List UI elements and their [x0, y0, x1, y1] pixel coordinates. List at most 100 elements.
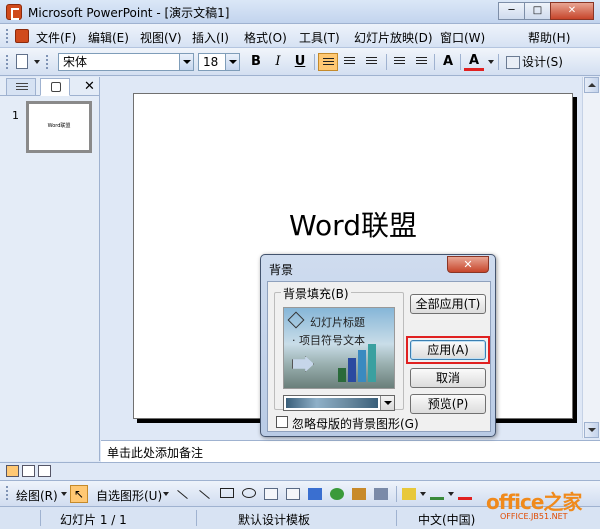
textbox-icon[interactable]: [264, 488, 278, 500]
title-bar: Microsoft PowerPoint - [演示文稿1] ─ □ ✕: [0, 0, 600, 24]
tab-slides[interactable]: [40, 78, 70, 96]
minimize-button[interactable]: ─: [498, 2, 525, 20]
dialog-body: 背景填充(B) 幻灯片标题 · 项目符号文本 全部应用(T) 应用(A) 取消 …: [267, 281, 491, 432]
window-title: Microsoft PowerPoint - [演示文稿1]: [28, 6, 230, 20]
fill-group-label: 背景填充(B): [281, 285, 351, 302]
fill-dropdown-arrow-icon[interactable]: [380, 396, 394, 410]
preview-button[interactable]: 预览(P): [410, 394, 486, 414]
normal-view-icon[interactable]: [6, 465, 19, 477]
menu-window[interactable]: 窗口(W): [440, 29, 528, 46]
menu-edit[interactable]: 编辑(E): [88, 29, 140, 46]
align-right-icon: [366, 57, 377, 66]
apply-button[interactable]: 应用(A): [410, 340, 486, 360]
numbering-button[interactable]: [390, 53, 410, 71]
powerpoint-app-icon[interactable]: [6, 4, 22, 20]
dialog-close-button[interactable]: ✕: [447, 256, 489, 273]
font-size-select[interactable]: 18: [198, 53, 240, 71]
slide-title[interactable]: Word联盟: [134, 204, 572, 244]
bullets-button[interactable]: [412, 53, 432, 71]
vertical-textbox-icon[interactable]: [286, 488, 300, 500]
new-dropdown-arrow-icon[interactable]: [34, 60, 40, 64]
drawing-grip-handle[interactable]: [6, 486, 10, 500]
line-icon[interactable]: [177, 489, 188, 500]
slide-number: 1: [12, 109, 19, 122]
toolbar-grip-handle[interactable]: [6, 55, 10, 69]
preview-bar: [348, 358, 356, 382]
bullets-icon: [416, 57, 427, 66]
new-document-icon[interactable]: [16, 54, 28, 69]
clipart-icon[interactable]: [352, 488, 366, 500]
slide-thumbnail[interactable]: Word联盟: [26, 101, 92, 153]
slide-sorter-view-icon[interactable]: [22, 465, 35, 477]
italic-button[interactable]: I: [268, 53, 288, 71]
preview-title: 幻灯片标题: [310, 316, 365, 329]
select-objects-icon[interactable]: ↖: [70, 485, 88, 503]
menu-view[interactable]: 视图(V): [140, 29, 192, 46]
bold-button[interactable]: B: [246, 53, 266, 71]
align-center-button[interactable]: [340, 53, 360, 71]
toolbar-separator: [498, 54, 499, 70]
status-divider: [396, 510, 397, 526]
pane-close-icon[interactable]: ✕: [84, 79, 95, 94]
font-name-dropdown-icon[interactable]: [179, 54, 193, 70]
status-divider: [40, 510, 41, 526]
design-button[interactable]: 设计(S): [506, 53, 563, 71]
fill-swatch: [286, 398, 378, 408]
font-size-dropdown-icon[interactable]: [225, 54, 239, 70]
drawing-separator: [396, 486, 397, 502]
maximize-button[interactable]: □: [524, 2, 551, 20]
menu-items: 文件(F) 编辑(E) 视图(V) 插入(I) 格式(O) 工具(T) 幻灯片放…: [36, 29, 580, 46]
font-color-button[interactable]: A: [464, 53, 484, 71]
menu-format[interactable]: 格式(O): [244, 29, 299, 46]
diagram-icon[interactable]: [330, 488, 344, 500]
format-toolbar: 宋体 18 B I U A A 设计(S): [0, 48, 600, 76]
line-color-dropdown-icon[interactable]: [448, 492, 454, 496]
font-name-select[interactable]: 宋体: [58, 53, 194, 71]
align-right-button[interactable]: [362, 53, 382, 71]
menu-grip-handle[interactable]: [6, 29, 10, 43]
notes-pane[interactable]: 单击此处添加备注: [101, 440, 600, 462]
autoshapes-dropdown-arrow-icon[interactable]: [163, 492, 169, 496]
document-icon[interactable]: [15, 29, 29, 43]
oval-icon[interactable]: [242, 488, 256, 498]
outline-icon: [16, 83, 28, 92]
status-template: 默认设计模板: [238, 513, 311, 527]
font-color-dropdown-arrow-icon[interactable]: [488, 60, 494, 64]
wordart-icon[interactable]: [308, 488, 322, 500]
toolbar-grip-handle-2[interactable]: [46, 55, 50, 69]
menu-file[interactable]: 文件(F): [36, 29, 88, 46]
preview-diamond-icon: [287, 311, 305, 329]
fill-swatch-dropdown[interactable]: [283, 395, 395, 411]
increase-font-size-button[interactable]: A: [438, 53, 458, 71]
toolbar-separator: [434, 54, 435, 70]
align-left-button[interactable]: [318, 53, 338, 71]
menu-insert[interactable]: 插入(I): [192, 29, 244, 46]
vertical-scrollbar[interactable]: [582, 77, 600, 438]
fill-color-icon[interactable]: [402, 488, 416, 500]
rectangle-icon[interactable]: [220, 488, 234, 498]
scroll-up-icon[interactable]: [584, 77, 599, 93]
ignore-master-checkbox[interactable]: [276, 416, 288, 428]
window-controls: ─ □ ✕: [498, 2, 594, 20]
line-color-icon[interactable]: [430, 488, 444, 500]
fill-color-dropdown-icon[interactable]: [420, 492, 426, 496]
underline-button[interactable]: U: [290, 53, 310, 71]
drawing-font-color-icon[interactable]: [458, 488, 472, 500]
cancel-button[interactable]: 取消: [410, 368, 486, 388]
picture-icon[interactable]: [374, 488, 388, 500]
menu-tools[interactable]: 工具(T): [299, 29, 354, 46]
draw-menu-button[interactable]: 绘图(R): [16, 487, 58, 504]
autoshapes-button[interactable]: 自选图形(U): [96, 487, 162, 504]
menu-help[interactable]: 帮助(H): [528, 29, 580, 46]
apply-all-button[interactable]: 全部应用(T): [410, 294, 486, 314]
menu-slideshow[interactable]: 幻灯片放映(D): [354, 29, 440, 46]
toolbar-separator: [386, 54, 387, 70]
scroll-down-icon[interactable]: [584, 422, 599, 438]
draw-dropdown-arrow-icon[interactable]: [61, 492, 67, 496]
status-language: 中文(中国): [418, 513, 476, 527]
align-center-icon: [344, 57, 355, 66]
tab-outline[interactable]: [6, 78, 36, 96]
arrow-icon[interactable]: [199, 489, 210, 500]
close-window-button[interactable]: ✕: [550, 2, 594, 20]
slideshow-view-icon[interactable]: [38, 465, 51, 477]
